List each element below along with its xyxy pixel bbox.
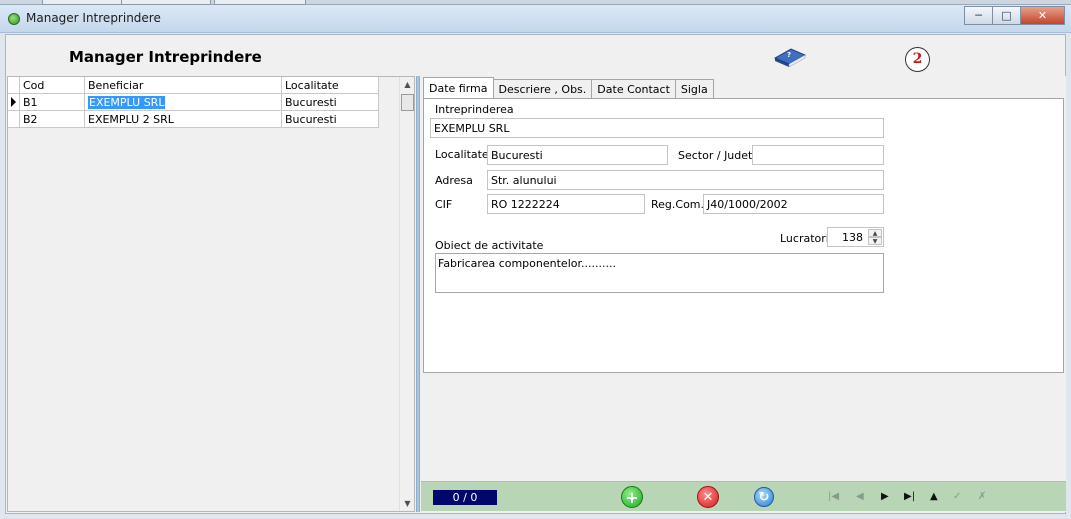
cell-cod[interactable]: B1 [20,94,85,111]
refresh-icon[interactable]: ↻ [754,487,774,507]
post-record-icon[interactable]: ✓ [953,490,961,504]
main-window: Manager Intreprindere ? 2 Cod Beneficiar… [5,34,1066,514]
bottom-toolbar: 0 / 0 + ✕ ↻ |◀ ◀ ▶ ▶| ▲ ✓ ✗ [421,481,1066,511]
table-row[interactable]: B2 EXEMPLU 2 SRL Bucuresti [8,111,379,128]
sector-label: Sector / Judet [678,149,753,162]
count-badge: 2 [905,47,930,72]
scroll-thumb[interactable] [401,94,414,111]
lucratori-label: Lucratori [780,232,829,245]
page-title: Manager Intreprindere [69,48,262,66]
column-header-localitate[interactable]: Localitate [282,77,379,94]
tab-date-firma[interactable]: Date firma [423,77,494,98]
add-icon[interactable]: + [621,486,643,508]
scroll-down-icon[interactable]: ▼ [400,496,415,511]
current-row-arrow-icon [11,97,16,107]
cif-label: CIF [435,198,453,211]
scroll-up-icon[interactable]: ▲ [400,77,415,92]
indicator-header [8,77,20,94]
stepper-down-icon[interactable]: ▼ [868,237,882,245]
grid-header: Cod Beneficiar Localitate [8,77,379,94]
tab-sigla[interactable]: Sigla [674,79,714,98]
cell-beneficiar[interactable]: EXEMPLU SRL [85,94,282,111]
last-record-icon[interactable]: ▶| [904,490,915,504]
adresa-field[interactable]: Str. alunului [487,170,884,190]
cell-beneficiar[interactable]: EXEMPLU 2 SRL [85,111,282,128]
regcom-field[interactable]: J40/1000/2002 [703,194,884,214]
records-panel: Cod Beneficiar Localitate B1 EXEMPLU SRL… [7,76,415,512]
lucratori-stepper[interactable]: 138 ▲ ▼ [827,227,884,247]
cancel-record-icon[interactable]: ✗ [978,490,986,504]
tab-descriere-obs[interactable]: Descriere , Obs. [492,79,593,98]
vertical-scrollbar[interactable]: ▲ ▼ [399,77,414,511]
localitate-field[interactable]: Bucuresti [487,145,668,165]
intreprinderea-field[interactable]: EXEMPLU SRL [430,118,884,138]
previous-record-icon[interactable]: ◀ [856,490,864,504]
cell-localitate[interactable]: Bucuresti [282,111,379,128]
first-record-icon[interactable]: |◀ [828,490,839,504]
cell-localitate[interactable]: Bucuresti [282,94,379,111]
tab-content: Intreprinderea EXEMPLU SRL Localitate Bu… [423,98,1064,373]
obiect-label: Obiect de activitate [435,239,544,252]
window-title: Manager Intreprindere [26,11,161,25]
regcom-label: Reg.Com. [651,198,705,211]
row-indicator [8,94,20,111]
cell-cod[interactable]: B2 [20,111,85,128]
localitate-label: Localitate [435,148,489,161]
records-grid: Cod Beneficiar Localitate B1 EXEMPLU SRL… [8,77,379,128]
book-icon[interactable]: ? [773,44,807,68]
panel-splitter[interactable] [416,76,420,512]
column-header-cod[interactable]: Cod [20,77,85,94]
table-row[interactable]: B1 EXEMPLU SRL Bucuresti [8,94,379,111]
app-icon [8,13,20,25]
selected-text: EXEMPLU SRL [88,96,166,109]
delete-icon[interactable]: ✕ [697,486,719,508]
column-header-beneficiar[interactable]: Beneficiar [85,77,282,94]
intreprinderea-label: Intreprinderea [435,103,514,116]
close-button[interactable]: ✕ [1020,6,1065,25]
svg-text:?: ? [787,51,791,59]
row-indicator [8,111,20,128]
minimize-button[interactable]: ─ [964,6,992,25]
tab-date-contact[interactable]: Date Contact [591,79,676,98]
title-bar: Manager Intreprindere ─ □ ✕ [0,5,1071,33]
header: Manager Intreprindere ? 2 [6,35,1065,75]
next-record-icon[interactable]: ▶ [881,490,889,504]
insert-record-icon[interactable]: ▲ [930,490,938,504]
sector-field[interactable] [752,145,884,165]
details-panel: Date firma Descriere , Obs. Date Contact… [421,76,1066,512]
lucratori-value: 138 [842,231,863,244]
tab-strip: Date firma Descriere , Obs. Date Contact… [423,77,714,99]
window-controls: ─ □ ✕ [964,6,1065,25]
obiect-textarea[interactable]: Fabricarea componentelor.......... [435,253,884,293]
stepper-up-icon[interactable]: ▲ [868,229,882,237]
adresa-label: Adresa [435,174,473,187]
maximize-button[interactable]: □ [992,6,1020,25]
record-counter: 0 / 0 [433,490,497,505]
cif-field[interactable]: RO 1222224 [487,194,645,214]
